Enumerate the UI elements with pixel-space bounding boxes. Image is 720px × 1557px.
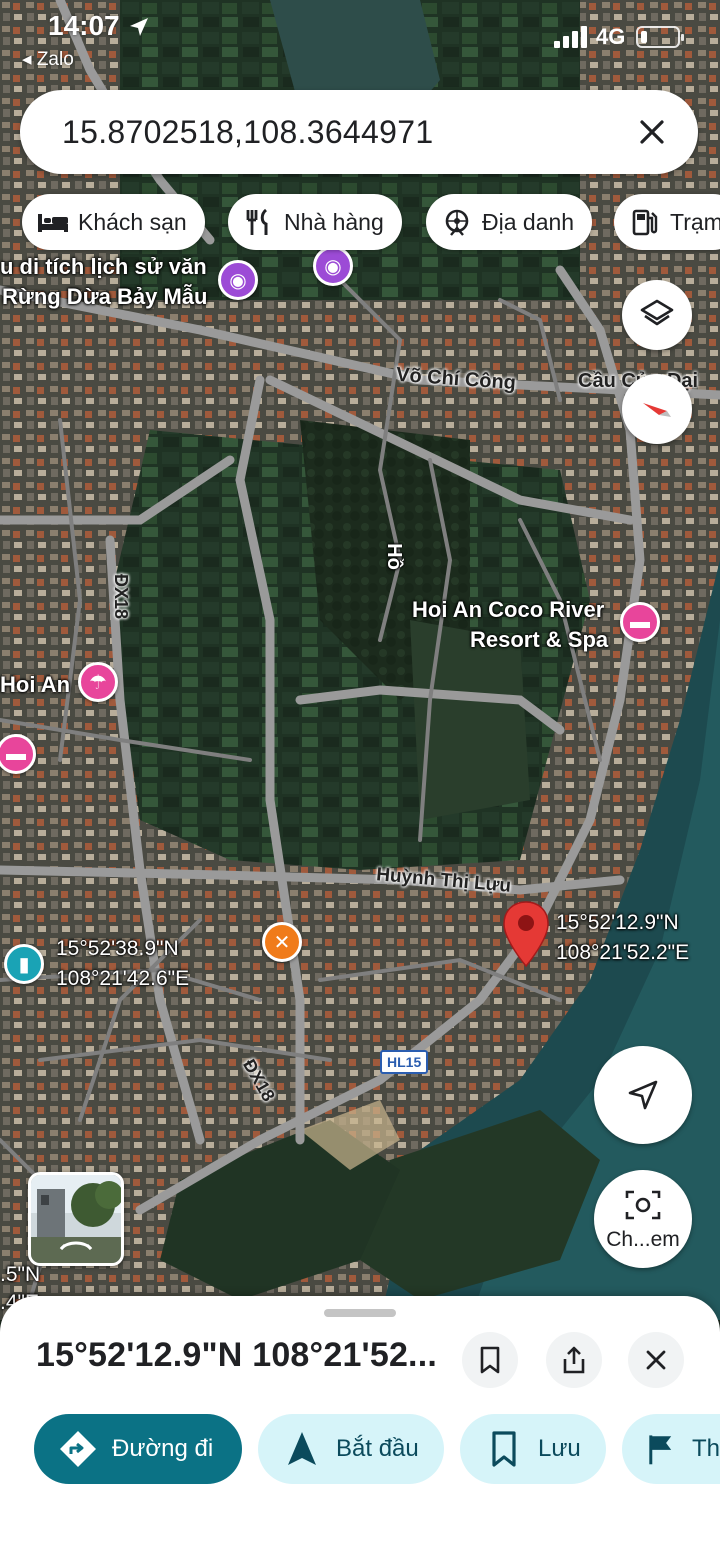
beach-poi-icon[interactable]: ☂: [78, 662, 118, 702]
fork-knife-icon: [246, 208, 268, 235]
camera-poi-icon[interactable]: ◉: [218, 260, 258, 300]
close-sheet-button[interactable]: [628, 1332, 684, 1388]
back-to-zalo-link[interactable]: ◂ Zalo: [22, 48, 74, 71]
location-arrow-icon: [130, 18, 148, 36]
place-title: 15°52'12.9"N 108°21'52...: [36, 1336, 437, 1374]
close-icon[interactable]: [628, 108, 676, 156]
my-location-button[interactable]: [594, 1046, 692, 1144]
chip-restaurants[interactable]: Nhà hàng: [228, 194, 402, 250]
hoi-an-label: Hoi An: [0, 672, 71, 697]
pin-coord-lng: 108°21'52.2"E: [556, 941, 690, 964]
chip-hotels[interactable]: Khách sạn: [22, 194, 205, 250]
pin-coord-lat: 15°52'12.9"N: [556, 911, 679, 934]
layers-icon: [640, 299, 674, 326]
resort-label-2: Resort & Spa: [470, 627, 609, 652]
navigation-arrow-icon: [628, 1080, 658, 1110]
restaurant-poi-icon[interactable]: ✕: [262, 922, 302, 962]
network-type: 4G: [596, 24, 626, 49]
hotel-poi-icon[interactable]: ▬: [620, 602, 660, 642]
historic-site-label-2: Rừng Dừa Bảy Mẫu: [2, 284, 208, 309]
category-chips: Khách sạn Nhà hàng Địa danh Trạm: [0, 194, 720, 250]
chip-label: Địa danh: [482, 208, 575, 235]
save-icon-button[interactable]: [462, 1332, 518, 1388]
flag-icon: [649, 1435, 672, 1465]
chip-gas-stations[interactable]: Trạm: [614, 194, 720, 250]
chip-label: Nhà hàng: [284, 208, 384, 235]
signal-icon: [554, 26, 587, 48]
saved-coord-lng: 108°21'42.6"E: [56, 967, 190, 990]
camera-scan-icon: [625, 1190, 661, 1220]
directions-button[interactable]: Đường đi: [34, 1414, 242, 1484]
share-icon: [563, 1346, 585, 1374]
bookmark-icon: [480, 1346, 500, 1374]
bed-icon: [38, 214, 68, 232]
start-label: Bắt đầu: [336, 1435, 419, 1462]
street-view-thumbnail[interactable]: [28, 1172, 124, 1266]
lake-label: Hồ: [382, 543, 405, 570]
compass-icon: [643, 403, 671, 417]
status-time: 14:07: [48, 10, 120, 41]
route-badge-hl15: HL15: [380, 1050, 429, 1074]
search-bar[interactable]: 15.8702518,108.3644971: [20, 90, 698, 174]
save-label: Lưu: [538, 1435, 581, 1462]
historic-site-label: u di tích lịch sử văn: [0, 254, 207, 279]
camera-poi-icon-2[interactable]: ◉: [313, 246, 353, 286]
save-button[interactable]: Lưu: [460, 1414, 606, 1484]
navigate-icon: [288, 1432, 316, 1465]
location-pin-icon[interactable]: [502, 900, 550, 968]
edge-coord-lat: .5"N: [0, 1263, 41, 1286]
saved-place-icon[interactable]: ▮: [4, 944, 44, 984]
street-view-image: [31, 1175, 121, 1263]
search-input[interactable]: 15.8702518,108.3644971: [62, 114, 433, 151]
resort-label: Hoi An Coco River: [412, 597, 605, 622]
battery-icon: [636, 26, 684, 48]
drag-handle[interactable]: [324, 1309, 396, 1317]
chip-label: Khách sạn: [78, 208, 187, 235]
place-bottom-sheet[interactable]: 15°52'12.9"N 108°21'52... Đường đi Bắt đ…: [0, 1296, 720, 1557]
camera-search-button[interactable]: Ch...em: [594, 1170, 692, 1268]
camera-search-label: Ch...em: [606, 1228, 680, 1251]
compass-button[interactable]: [622, 374, 692, 444]
landmark-icon: [445, 209, 469, 236]
bookmark-icon: [492, 1431, 516, 1467]
directions-icon: [60, 1431, 96, 1467]
layers-button[interactable]: [622, 280, 692, 350]
saved-coord-lat: 15°52'38.9"N: [56, 937, 179, 960]
label-flag-button[interactable]: Th: [622, 1414, 720, 1484]
fuel-icon: [632, 209, 658, 236]
start-button[interactable]: Bắt đầu: [258, 1414, 444, 1484]
label-flag-text: Th: [691, 1435, 720, 1462]
share-button[interactable]: [546, 1332, 602, 1388]
road-label-dx18: ĐX18: [111, 573, 132, 620]
status-bar: 14:07 ◂ Zalo 4G: [0, 0, 720, 80]
chip-label: Trạm: [670, 208, 720, 235]
close-icon: [646, 1350, 666, 1370]
directions-label: Đường đi: [112, 1435, 214, 1462]
chip-landmarks[interactable]: Địa danh: [426, 194, 593, 250]
